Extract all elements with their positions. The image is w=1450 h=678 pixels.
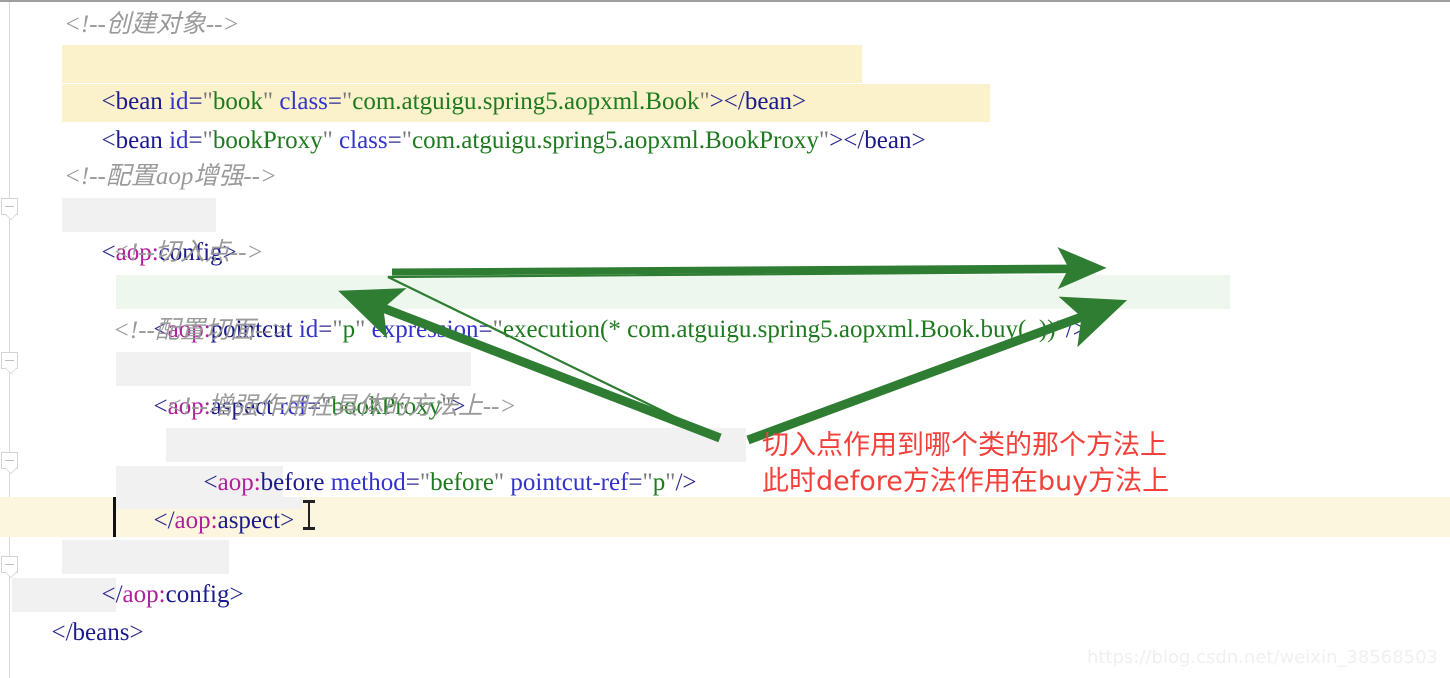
code-line-aop-pointcut[interactable]: <aop:pointcut id="p" expression="executi…	[116, 273, 1087, 343]
tok: <	[101, 127, 116, 154]
tok: bean	[864, 127, 912, 154]
text-caret	[113, 497, 116, 537]
tok: "	[492, 316, 503, 343]
tok: "	[355, 316, 366, 343]
tok: before	[430, 469, 494, 496]
annotation-note-line-2: 此时defore方法作用在buy方法上	[762, 466, 1170, 497]
tok: pointcut-ref	[510, 469, 629, 496]
tok: =	[318, 316, 333, 343]
code-line-aop-config-open[interactable]: <aop:config>	[64, 196, 237, 266]
code-line-aop-before[interactable]: <aop:before method="before" pointcut-ref…	[166, 426, 697, 496]
csdn-watermark: https://blog.csdn.net/weixin_38568503	[1086, 647, 1438, 668]
tok: com.atguigu.spring5.aopxml.BookProxy	[411, 127, 819, 154]
tok: "	[322, 127, 333, 154]
annotation-note-line-1: 切入点作用到哪个类的那个方法上	[762, 430, 1167, 461]
tok: beans	[72, 619, 130, 646]
tok: method	[330, 469, 406, 496]
code-line-bean-book[interactable]: <bean id="book" class="com.atguigu.sprin…	[64, 45, 807, 115]
tok: config	[165, 581, 230, 608]
tok: =	[387, 127, 402, 154]
code-line-comment-aspect: <!--配置切面-->	[113, 317, 289, 344]
tok: </	[51, 619, 73, 646]
tok: expression	[371, 316, 479, 343]
code-line-aop-aspect-open[interactable]: <aop:aspect ref="bookProxy">	[116, 350, 466, 420]
code-line-beans-close[interactable]: </beans>	[14, 576, 144, 646]
tok: "	[1055, 316, 1066, 343]
tok: execution(* com.atguigu.spring5.aopxml.B…	[502, 316, 1056, 343]
tok: =	[478, 316, 493, 343]
tok: "	[493, 469, 505, 496]
tok: =	[405, 469, 420, 496]
mouse-ibeam-pointer	[302, 500, 315, 530]
code-line-comment-pointcut: <!--切入点-->	[113, 239, 264, 266]
code-line-bean-bookproxy[interactable]: <bean id="bookProxy" class="com.atguigu.…	[64, 84, 926, 154]
code-line-comment-advice-method: <!--增强作用在具体的方法上-->	[166, 393, 517, 420]
tok: >	[229, 581, 244, 608]
tok: "	[419, 469, 431, 496]
tok: =	[628, 469, 643, 496]
tok: "	[642, 469, 653, 496]
tok: >	[280, 507, 295, 534]
tok: </	[153, 507, 175, 534]
tok: aop:	[174, 507, 218, 534]
tok: ></	[829, 127, 865, 154]
tok: />	[675, 469, 697, 496]
code-line-aop-aspect-close[interactable]: </aop:aspect>	[116, 464, 295, 534]
ibeam-bottom-bar	[303, 527, 315, 530]
code-text-area[interactable]: <!--创建对象--> <bean id="book" class="com.a…	[0, 2, 1450, 678]
tok: aspect	[217, 507, 281, 534]
tok: =	[188, 127, 203, 154]
tok: >	[129, 619, 144, 646]
tok: bookProxy	[212, 127, 323, 154]
code-line-aop-config-close[interactable]: </aop:config>	[64, 538, 244, 608]
code-line-comment-create-object: <!--创建对象-->	[64, 11, 240, 38]
tok: id	[298, 316, 319, 343]
tok: id	[169, 127, 189, 154]
tok: p	[652, 469, 666, 496]
tok: "	[202, 127, 213, 154]
tok: bean	[115, 127, 163, 154]
tok: p	[342, 316, 356, 343]
code-line-comment-aop-enhance: <!--配置aop增强-->	[64, 163, 277, 190]
tok: "	[401, 127, 412, 154]
code-editor-screenshot: <!--创建对象--> <bean id="book" class="com.a…	[0, 0, 1450, 678]
tok: "	[818, 127, 830, 154]
tok: class	[339, 127, 388, 154]
tok: />	[1065, 316, 1087, 343]
tok: "	[332, 316, 343, 343]
tok: "	[665, 469, 676, 496]
ibeam-stem	[308, 502, 310, 528]
tok: >	[911, 127, 926, 154]
